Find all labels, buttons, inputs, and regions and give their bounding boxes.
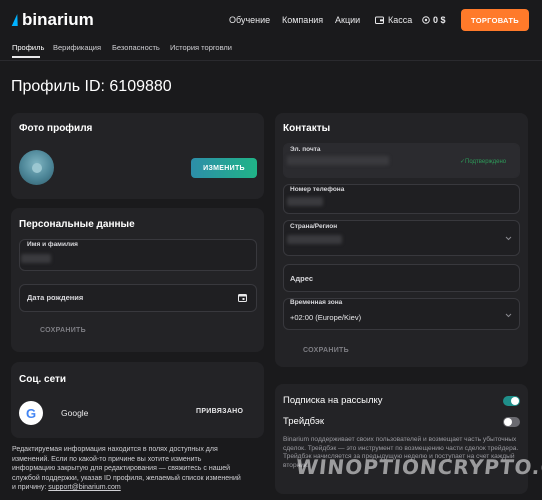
contacts-save-button[interactable]: СОХРАНИТЬ (303, 347, 349, 354)
subscribe-toggle[interactable] (503, 396, 520, 406)
address-field[interactable] (283, 264, 520, 292)
chevron-down-icon (505, 236, 512, 241)
calendar-icon[interactable] (238, 293, 247, 302)
logo-text: binarium (22, 10, 94, 29)
avatar[interactable] (19, 150, 54, 185)
subscribe-label: Подписка на рассылку (283, 395, 383, 406)
photo-card-title: Фото профиля (19, 123, 93, 134)
email-label: Эл. почта (290, 146, 321, 153)
social-provider: Google (61, 408, 89, 418)
wallet-icon (375, 16, 384, 24)
tab-profile[interactable]: Профиль (12, 43, 44, 52)
address-label: Адрес (290, 274, 314, 283)
balance-value: 0 $ (433, 15, 446, 25)
subnav-divider (0, 60, 542, 61)
change-photo-button[interactable]: ИЗМЕНИТЬ (191, 158, 257, 178)
full-name-label: Имя и фамилия (27, 241, 78, 248)
note-text: Редактируемая информация находится в пол… (12, 446, 241, 492)
binarium-logo[interactable]: binarium (12, 10, 94, 30)
nav-learning[interactable]: Обучение (229, 15, 270, 25)
social-linked-status[interactable]: ПРИВЯЗАНО (196, 408, 243, 415)
contacts-title: Контакты (283, 123, 331, 134)
trade-back-toggle[interactable] (503, 417, 520, 427)
cash-label: Касса (388, 15, 413, 25)
personal-save-button[interactable]: СОХРАНИТЬ (40, 327, 86, 334)
trade-back-label: Трейдбэк (283, 416, 325, 427)
edit-info-note: Редактируемая информация находится в пол… (12, 445, 244, 493)
balance-display[interactable]: 0 $ (422, 15, 446, 25)
full-name-value-blurred (21, 254, 51, 263)
watermark: WINOPTIONCRYPTO.COM (294, 455, 542, 479)
country-label: Страна/Регион (290, 223, 338, 230)
google-icon: G (19, 401, 43, 425)
toggle-knob (511, 397, 519, 405)
toggle-knob (504, 418, 512, 426)
timezone-label: Временная зона (290, 299, 343, 306)
birth-date-label: Дата рождения (27, 293, 84, 302)
email-value-blurred (287, 156, 389, 165)
active-tab-indicator (12, 56, 40, 58)
personal-data-title: Персональные данные (19, 219, 135, 230)
tab-security[interactable]: Безопасность (112, 43, 160, 52)
page-title: Профиль ID: 6109880 (11, 78, 172, 95)
country-value-blurred (287, 235, 342, 244)
support-email-link[interactable]: support@binarium.com (48, 484, 120, 491)
phone-value-blurred (287, 197, 323, 206)
tab-verification[interactable]: Верификация (53, 43, 101, 52)
coin-icon (422, 16, 430, 24)
tab-trade-history[interactable]: История торговли (170, 43, 232, 52)
nav-company[interactable]: Компания (282, 15, 323, 25)
chevron-down-icon (505, 313, 512, 318)
nav-promotions[interactable]: Акции (335, 15, 360, 25)
timezone-value: +02:00 (Europe/Kiev) (290, 313, 362, 322)
cash-button[interactable]: Касса (375, 15, 412, 25)
trade-button[interactable]: ТОРГОВАТЬ (461, 9, 529, 31)
email-confirmed-status: ✓Подтверждено (460, 159, 507, 165)
social-card-title: Соц. сети (19, 374, 67, 385)
logo-mark-icon (12, 13, 20, 27)
phone-label: Номер телефона (290, 186, 345, 193)
